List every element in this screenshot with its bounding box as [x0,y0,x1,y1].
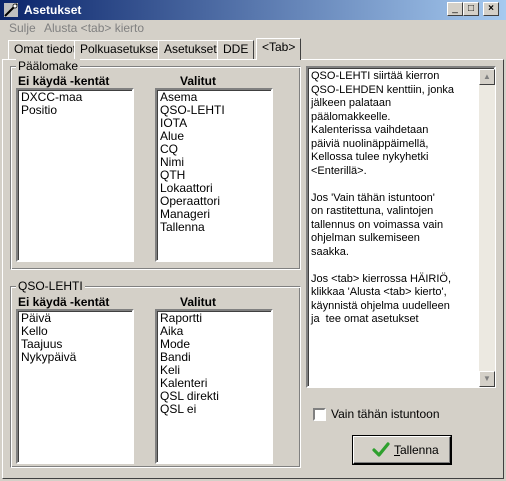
list-item[interactable]: Positio [21,104,129,117]
paalomake-selected-header: Valitut [180,74,217,88]
qso-selected-header: Valitut [180,295,217,309]
menu-item-sulje[interactable]: Sulje [9,21,36,35]
tab-asetukset[interactable]: Asetukset [158,40,223,59]
scroll-down-icon[interactable]: ▼ [479,371,495,387]
maximize-button[interactable]: □ [463,2,479,16]
paalomake-excluded-list[interactable]: DXCC-maa Positio [16,88,134,262]
save-button-label: Tallenna [394,443,439,457]
list-item[interactable]: QSL ei [160,403,268,416]
tab-omat-tiedot[interactable]: Omat tiedot [8,40,83,59]
save-button[interactable]: Tallenna [353,436,451,464]
help-memo[interactable]: QSO-LEHTI siirtää kierron QSO-LEHDEN ken… [306,66,496,388]
tab-tab[interactable]: <Tab> [256,38,302,60]
minimize-button[interactable]: _ [447,2,463,16]
checkmark-icon [372,442,390,457]
tab-dde[interactable]: DDE [217,40,255,59]
paalomake-selected-list[interactable]: Asema QSO-LEHTI IOTA Alue CQ Nimi QTH Lokaattor… [155,88,273,262]
qso-excluded-header: Ei käydä -kentät [18,295,110,309]
paalomake-legend: Päälomake [16,59,81,73]
window-title: Asetukset [24,3,82,17]
close-button[interactable]: × [483,2,499,16]
app-icon [4,3,18,17]
help-scrollbar[interactable]: ▲ ▼ [479,69,495,387]
scroll-up-icon[interactable]: ▲ [479,69,495,85]
paalomake-excluded-header: Ei käydä -kentät [18,74,110,88]
list-item[interactable]: Nykypäivä [21,351,129,364]
qso-selected-list[interactable]: Raportti Aika Mode Bandi Keli Kalenteri QSL di… [155,309,273,464]
session-only-checkbox[interactable] [313,408,326,421]
help-text: QSO-LEHTI siirtää kierron QSO-LEHDEN ken… [311,70,455,325]
session-only-label[interactable]: Vain tähän istuntoon [331,407,440,421]
qso-lehti-legend: QSO-LEHTI [16,279,85,293]
menu-item-alusta-tab-kierto[interactable]: Alusta <tab> kierto [44,21,144,35]
tab-polkuasetukset[interactable]: Polkuasetukset [74,40,168,59]
qso-excluded-list[interactable]: Päivä Kello Taajuus Nykypäivä [16,309,134,464]
list-item[interactable]: Tallenna [160,221,268,234]
